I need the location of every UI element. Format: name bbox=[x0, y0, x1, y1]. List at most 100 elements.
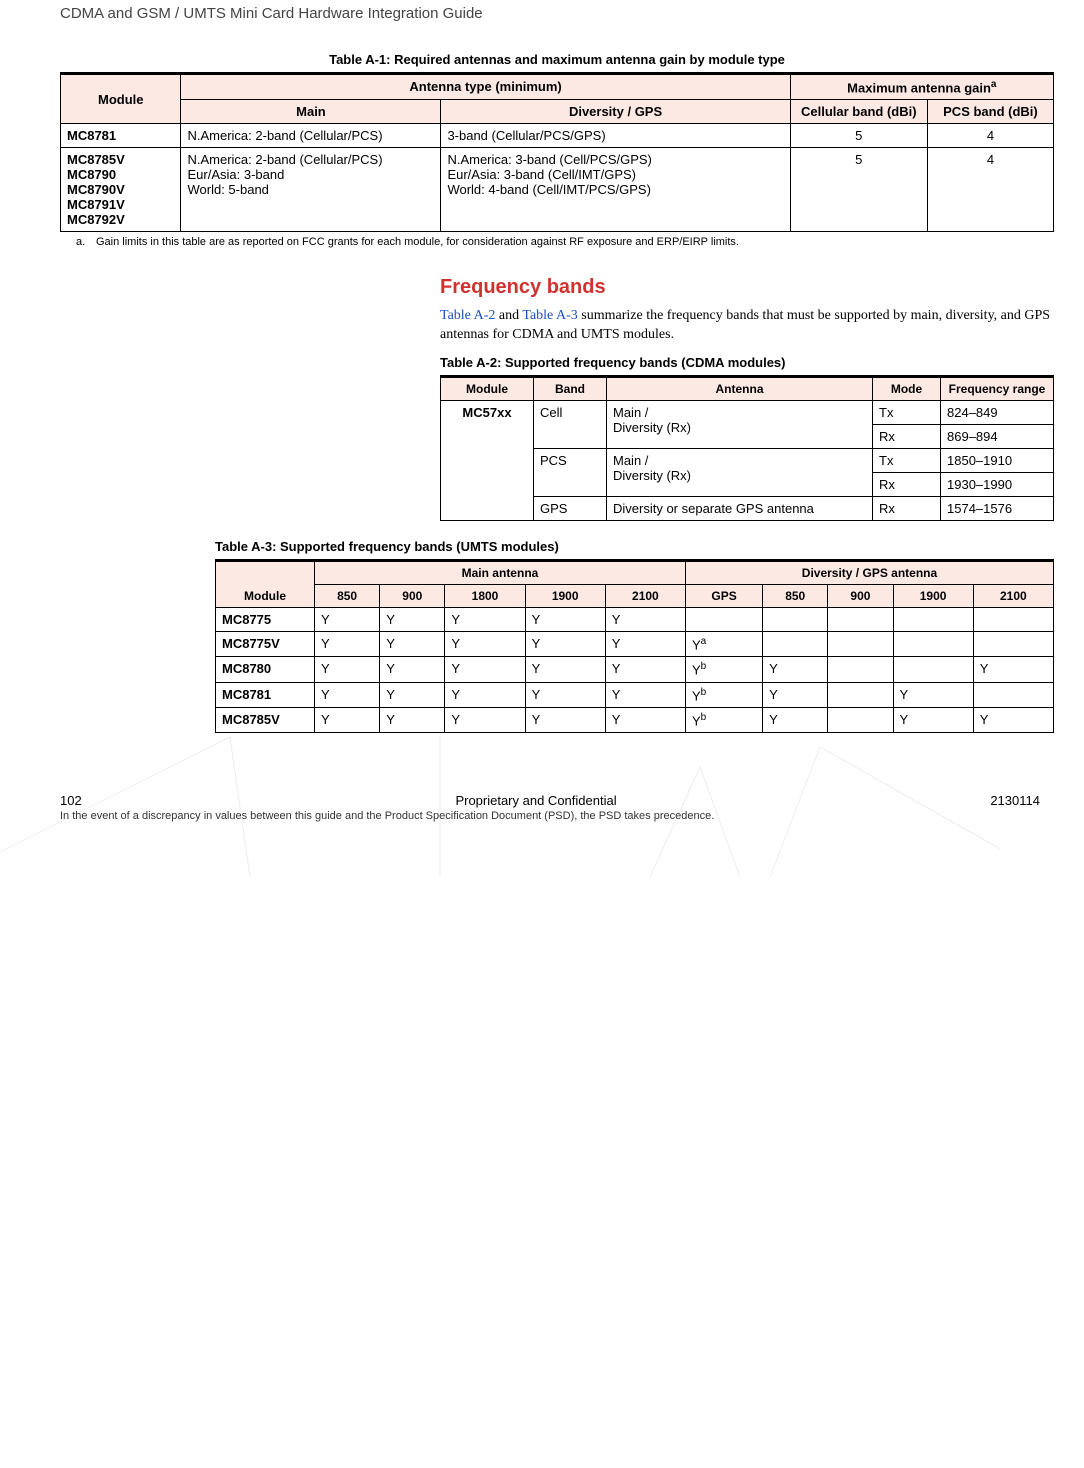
link-table-a3[interactable]: Table A-3 bbox=[522, 308, 577, 323]
table-row: MC8785V Y Y Y Y Y Yb Y Y Y bbox=[216, 708, 1054, 733]
cell: Y bbox=[315, 608, 380, 632]
t2-r3-mode: Rx bbox=[873, 473, 941, 497]
t1-col-diversity: Diversity / GPS bbox=[441, 100, 790, 124]
cell: Y bbox=[763, 657, 828, 682]
cell bbox=[973, 682, 1053, 707]
cell: Y bbox=[893, 682, 973, 707]
table-row: MC8780 Y Y Y Y Y Yb Y Y bbox=[216, 657, 1054, 682]
page-footer: 102 Proprietary and Confidential 2130114… bbox=[60, 793, 1054, 822]
cell bbox=[893, 632, 973, 657]
t2-r1-mode: Rx bbox=[873, 425, 941, 449]
t3-dcol-3: 1900 bbox=[893, 585, 973, 608]
cell: Y bbox=[605, 608, 685, 632]
t3-dcol-0: GPS bbox=[685, 585, 762, 608]
link-table-a2[interactable]: Table A-2 bbox=[440, 308, 495, 323]
cell bbox=[763, 608, 828, 632]
table-a2-caption: Table A-2: Supported frequency bands (CD… bbox=[440, 355, 1054, 370]
t3-r1-module: MC8775V bbox=[216, 632, 315, 657]
t3-r2-module: MC8780 bbox=[216, 657, 315, 682]
t1-r1-module: MC8785V MC8790 MC8790V MC8791V MC8792V bbox=[61, 148, 181, 232]
cell: Y bbox=[445, 608, 525, 632]
cell bbox=[893, 608, 973, 632]
t3-dcol-1: 850 bbox=[763, 585, 828, 608]
t1-col-cellband: Cellular band (dBi) bbox=[790, 100, 927, 124]
cell bbox=[893, 657, 973, 682]
cell: Y bbox=[380, 657, 445, 682]
table-row: MC8775V Y Y Y Y Y Ya bbox=[216, 632, 1054, 657]
t3-mcol-0: 850 bbox=[315, 585, 380, 608]
t2-r0-antenna: Main / Diversity (Rx) bbox=[607, 401, 873, 449]
cell: Y bbox=[445, 708, 525, 733]
cell: Ya bbox=[685, 632, 762, 657]
t2-r4-freq: 1574–1576 bbox=[941, 497, 1054, 521]
table-row: MC8781 N.America: 2-band (Cellular/PCS) … bbox=[61, 124, 1054, 148]
t3-dcol-4: 2100 bbox=[973, 585, 1053, 608]
t2-col-band: Band bbox=[534, 377, 607, 401]
t2-r4-mode: Rx bbox=[873, 497, 941, 521]
footer-note: In the event of a discrepancy in values … bbox=[60, 810, 1054, 822]
t2-col-module: Module bbox=[441, 377, 534, 401]
t2-r4-antenna: Diversity or separate GPS antenna bbox=[607, 497, 873, 521]
t2-r2-antenna: Main / Diversity (Rx) bbox=[607, 449, 873, 497]
t3-mcol-4: 2100 bbox=[605, 585, 685, 608]
cell: Y bbox=[315, 657, 380, 682]
footer-docnum: 2130114 bbox=[990, 793, 1040, 808]
t2-module: MC57xx bbox=[441, 401, 534, 521]
t1-r0-module: MC8781 bbox=[61, 124, 181, 148]
t1-col-module: Module bbox=[61, 74, 181, 124]
t3-col-module: Module bbox=[216, 561, 315, 608]
t3-group-div: Diversity / GPS antenna bbox=[685, 561, 1053, 585]
t2-col-antenna: Antenna bbox=[607, 377, 873, 401]
cell bbox=[828, 682, 893, 707]
page-header: CDMA and GSM / UMTS Mini Card Hardware I… bbox=[60, 0, 1054, 42]
t1-r1-div: N.America: 3-band (Cell/PCS/GPS) Eur/Asi… bbox=[441, 148, 790, 232]
cell: Yb bbox=[685, 708, 762, 733]
t1-r0-main: N.America: 2-band (Cellular/PCS) bbox=[181, 124, 441, 148]
cell bbox=[828, 608, 893, 632]
t2-r2-freq: 1850–1910 bbox=[941, 449, 1054, 473]
table-row: MC57xx Cell Main / Diversity (Rx) Tx 824… bbox=[441, 401, 1054, 425]
t1-col-pcsband: PCS band (dBi) bbox=[927, 100, 1053, 124]
cell: Yb bbox=[685, 682, 762, 707]
cell bbox=[973, 632, 1053, 657]
t1-r0-pcs: 4 bbox=[927, 124, 1053, 148]
cell: Y bbox=[763, 682, 828, 707]
t3-group-main: Main antenna bbox=[315, 561, 686, 585]
cell: Y bbox=[380, 632, 445, 657]
cell: Y bbox=[525, 682, 605, 707]
t1-footnote: a.Gain limits in this table are as repor… bbox=[60, 232, 1054, 258]
cell bbox=[685, 608, 762, 632]
t1-r1-pcs: 4 bbox=[927, 148, 1053, 232]
t2-r3-freq: 1930–1990 bbox=[941, 473, 1054, 497]
t2-r1-freq: 869–894 bbox=[941, 425, 1054, 449]
cell: Y bbox=[315, 632, 380, 657]
t2-col-mode: Mode bbox=[873, 377, 941, 401]
t3-r0-module: MC8775 bbox=[216, 608, 315, 632]
t3-mcol-3: 1900 bbox=[525, 585, 605, 608]
t3-mcol-2: 1800 bbox=[445, 585, 525, 608]
cell: Y bbox=[973, 657, 1053, 682]
cell: Y bbox=[445, 682, 525, 707]
cell: Y bbox=[380, 608, 445, 632]
cell bbox=[763, 632, 828, 657]
cell: Y bbox=[315, 682, 380, 707]
cell: Y bbox=[763, 708, 828, 733]
cell: Y bbox=[525, 657, 605, 682]
cell: Y bbox=[380, 682, 445, 707]
table-a2: Module Band Antenna Mode Frequency range… bbox=[440, 375, 1054, 521]
t2-r4-band: GPS bbox=[534, 497, 607, 521]
cell: Y bbox=[380, 708, 445, 733]
t2-r0-freq: 824–849 bbox=[941, 401, 1054, 425]
heading-frequency-bands: Frequency bands bbox=[440, 276, 1054, 299]
cell: Y bbox=[893, 708, 973, 733]
t1-col-main: Main bbox=[181, 100, 441, 124]
footer-center: Proprietary and Confidential bbox=[455, 793, 616, 808]
t3-dcol-2: 900 bbox=[828, 585, 893, 608]
t2-col-freq: Frequency range bbox=[941, 377, 1054, 401]
table-a3: Module Main antenna Diversity / GPS ante… bbox=[215, 559, 1054, 733]
t2-r0-mode: Tx bbox=[873, 401, 941, 425]
cell: Y bbox=[605, 632, 685, 657]
freq-bands-paragraph: Table A-2 and Table A-3 summarize the fr… bbox=[440, 307, 1054, 345]
t1-r1-main: N.America: 2-band (Cellular/PCS) Eur/Asi… bbox=[181, 148, 441, 232]
table-a1: Module Antenna type (minimum) Maximum an… bbox=[60, 72, 1054, 232]
